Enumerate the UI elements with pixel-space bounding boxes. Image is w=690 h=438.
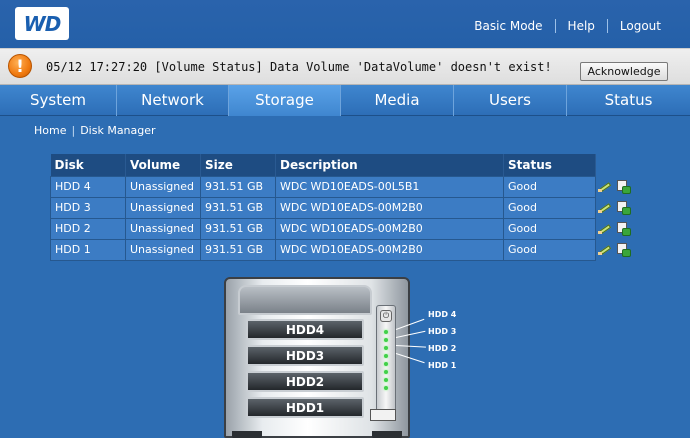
col-header-volume: Volume	[125, 154, 201, 176]
breadcrumb-separator: |	[71, 124, 76, 137]
bay-label: HDD1	[285, 401, 325, 415]
status-led	[384, 386, 388, 390]
led-label-hdd3: HDD 3	[428, 327, 457, 336]
status-led	[384, 362, 388, 366]
col-header-status: Status	[503, 154, 596, 176]
table-row[interactable]: HDD 2 Unassigned 931.51 GB WDC WD10EADS-…	[50, 217, 596, 240]
cell-size: 931.51 GB	[200, 238, 276, 261]
link-divider	[554, 19, 556, 33]
cell-description: WDC WD10EADS-00L5B1	[275, 175, 504, 198]
table-row[interactable]: HDD 1 Unassigned 931.51 GB WDC WD10EADS-…	[50, 238, 596, 261]
cell-status: Good	[503, 217, 596, 240]
disk-table: Disk Volume Size Description Status HDD …	[50, 154, 596, 261]
status-led	[384, 370, 388, 374]
tab-storage[interactable]: Storage	[229, 85, 341, 116]
edit-icon[interactable]	[598, 180, 612, 194]
usb-slot	[370, 409, 396, 421]
help-link[interactable]: Help	[568, 19, 595, 33]
cell-description: WDC WD10EADS-00M2B0	[275, 217, 504, 240]
row-actions	[598, 201, 631, 215]
cell-disk: HDD 2	[50, 217, 126, 240]
cell-status: Good	[503, 238, 596, 261]
drive-bay[interactable]: HDD3	[246, 345, 364, 366]
drive-bay[interactable]: HDD4	[246, 319, 364, 340]
nas-device-illustration: HDD4 HDD3 HDD2 HDD1 ⏻	[224, 277, 410, 438]
table-header-row: Disk Volume Size Description Status	[50, 154, 596, 176]
drive-bay[interactable]: HDD2	[246, 371, 364, 392]
logo-text: WD	[23, 11, 62, 36]
cell-size: 931.51 GB	[200, 196, 276, 219]
power-icon: ⏻	[380, 310, 392, 322]
led-label-hdd2: HDD 2	[428, 344, 457, 353]
breadcrumb: Home | Disk Manager	[34, 124, 156, 137]
status-led	[384, 378, 388, 382]
acknowledge-button[interactable]: Acknowledge	[580, 62, 668, 81]
table-row[interactable]: HDD 4 Unassigned 931.51 GB WDC WD10EADS-…	[50, 175, 596, 198]
tab-status[interactable]: Status	[567, 85, 690, 116]
check-disk-icon[interactable]	[616, 222, 631, 236]
nas-top-tray	[238, 285, 372, 315]
col-header-disk: Disk	[50, 154, 126, 176]
cell-volume: Unassigned	[125, 175, 201, 198]
table-row[interactable]: HDD 3 Unassigned 931.51 GB WDC WD10EADS-…	[50, 196, 596, 219]
row-actions	[598, 222, 631, 236]
cell-volume: Unassigned	[125, 217, 201, 240]
status-led	[384, 338, 388, 342]
main-nav: System Network Storage Media Users Statu…	[0, 85, 690, 116]
bay-label: HDD2	[285, 375, 325, 389]
cell-description: WDC WD10EADS-00M2B0	[275, 196, 504, 219]
top-header: WD Basic Mode Help Logout	[0, 0, 690, 50]
cell-volume: Unassigned	[125, 196, 201, 219]
row-actions	[598, 180, 631, 194]
device-foot	[372, 431, 402, 438]
front-panel: ⏻	[376, 305, 396, 417]
cell-size: 931.51 GB	[200, 175, 276, 198]
status-led	[384, 330, 388, 334]
basic-mode-link[interactable]: Basic Mode	[474, 19, 542, 33]
tab-users[interactable]: Users	[454, 85, 567, 116]
link-divider	[606, 19, 608, 33]
tab-media[interactable]: Media	[341, 85, 454, 116]
check-disk-icon[interactable]	[616, 243, 631, 257]
cell-status: Good	[503, 196, 596, 219]
row-actions	[598, 243, 631, 257]
alert-message: 05/12 17:27:20 [Volume Status] Data Volu…	[46, 60, 552, 74]
check-disk-icon[interactable]	[616, 180, 631, 194]
status-led	[384, 346, 388, 350]
bay-label: HDD3	[285, 349, 325, 363]
tab-network[interactable]: Network	[117, 85, 229, 116]
cell-description: WDC WD10EADS-00M2B0	[275, 238, 504, 261]
drive-bay[interactable]: HDD1	[246, 397, 364, 418]
cell-disk: HDD 1	[50, 238, 126, 261]
device-foot	[232, 431, 262, 438]
top-links: Basic Mode Help Logout	[474, 19, 661, 33]
col-header-size: Size	[200, 154, 276, 176]
exclamation-icon: !	[8, 54, 32, 78]
cell-status: Good	[503, 175, 596, 198]
bay-label: HDD4	[285, 323, 325, 337]
cell-disk: HDD 3	[50, 196, 126, 219]
tab-system[interactable]: System	[0, 85, 117, 116]
edit-icon[interactable]	[598, 243, 612, 257]
check-disk-icon[interactable]	[616, 201, 631, 215]
led-label-hdd1: HDD 1	[428, 361, 457, 370]
logout-link[interactable]: Logout	[620, 19, 661, 33]
col-header-description: Description	[275, 154, 504, 176]
breadcrumb-home[interactable]: Home	[34, 124, 66, 137]
wd-logo[interactable]: WD	[15, 7, 69, 40]
cell-size: 931.51 GB	[200, 217, 276, 240]
led-label-hdd4: HDD 4	[428, 310, 457, 319]
edit-icon[interactable]	[598, 201, 612, 215]
cell-volume: Unassigned	[125, 238, 201, 261]
cell-disk: HDD 4	[50, 175, 126, 198]
breadcrumb-current: Disk Manager	[80, 124, 156, 137]
edit-icon[interactable]	[598, 222, 612, 236]
status-led	[384, 354, 388, 358]
